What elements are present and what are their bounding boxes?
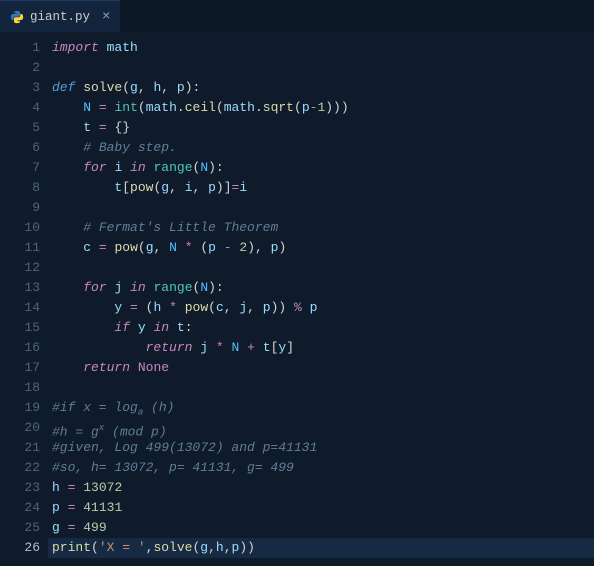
code-line[interactable]: N = int(math.ceil(math.sqrt(p-1)))	[52, 98, 594, 118]
line-number: 7	[0, 158, 40, 178]
code-line[interactable]	[52, 198, 594, 218]
line-number: 21	[0, 438, 40, 458]
code-line[interactable]	[52, 378, 594, 398]
code-line[interactable]: def solve(g, h, p):	[52, 78, 594, 98]
line-number: 22	[0, 458, 40, 478]
line-number: 20	[0, 418, 40, 438]
code-line[interactable]: # Fermat's Little Theorem	[52, 218, 594, 238]
close-icon[interactable]: ×	[102, 10, 110, 24]
code-editor[interactable]: 1234567891011121314151617181920212223242…	[0, 32, 594, 566]
code-line[interactable]: t = {}	[52, 118, 594, 138]
line-number: 15	[0, 318, 40, 338]
code-line[interactable]: g = 499	[52, 518, 594, 538]
code-line[interactable]: for j in range(N):	[52, 278, 594, 298]
line-number: 1	[0, 38, 40, 58]
line-number: 9	[0, 198, 40, 218]
code-line[interactable]: c = pow(g, N * (p - 2), p)	[52, 238, 594, 258]
code-line[interactable]: #if x = loga (h)	[52, 398, 594, 418]
tab-filename: giant.py	[30, 10, 90, 24]
code-line[interactable]: return None	[52, 358, 594, 378]
line-number-gutter: 1234567891011121314151617181920212223242…	[0, 32, 52, 566]
code-line[interactable]: p = 41131	[52, 498, 594, 518]
line-number: 24	[0, 498, 40, 518]
code-line[interactable]: return j * N + t[y]	[52, 338, 594, 358]
line-number: 8	[0, 178, 40, 198]
code-line[interactable]: import math	[52, 38, 594, 58]
line-number: 10	[0, 218, 40, 238]
code-line[interactable]: print('X = ',solve(g,h,p))	[48, 538, 594, 558]
code-line[interactable]: for i in range(N):	[52, 158, 594, 178]
line-number: 4	[0, 98, 40, 118]
line-number: 6	[0, 138, 40, 158]
line-number: 14	[0, 298, 40, 318]
code-line[interactable]: h = 13072	[52, 478, 594, 498]
code-line[interactable]: # Baby step.	[52, 138, 594, 158]
line-number: 11	[0, 238, 40, 258]
code-content[interactable]: import math def solve(g, h, p): N = int(…	[52, 32, 594, 566]
line-number: 2	[0, 58, 40, 78]
line-number: 25	[0, 518, 40, 538]
python-icon	[10, 10, 24, 24]
line-number: 23	[0, 478, 40, 498]
code-line[interactable]: t[pow(g, i, p)]=i	[52, 178, 594, 198]
code-line[interactable]: y = (h * pow(c, j, p)) % p	[52, 298, 594, 318]
code-line[interactable]	[52, 58, 594, 78]
code-line[interactable]: #so, h= 13072, p= 41131, g= 499	[52, 458, 594, 478]
code-line[interactable]: #h = gx (mod p)	[52, 418, 594, 438]
line-number: 16	[0, 338, 40, 358]
line-number: 13	[0, 278, 40, 298]
tab-bar: giant.py ×	[0, 0, 594, 32]
line-number: 3	[0, 78, 40, 98]
line-number: 18	[0, 378, 40, 398]
code-line[interactable]	[52, 258, 594, 278]
line-number: 17	[0, 358, 40, 378]
line-number: 26	[0, 538, 40, 558]
code-line[interactable]: #given, Log 499(13072) and p=41131	[52, 438, 594, 458]
line-number: 5	[0, 118, 40, 138]
tab-giant-py[interactable]: giant.py ×	[0, 0, 120, 32]
line-number: 12	[0, 258, 40, 278]
code-line[interactable]: if y in t:	[52, 318, 594, 338]
line-number: 19	[0, 398, 40, 418]
